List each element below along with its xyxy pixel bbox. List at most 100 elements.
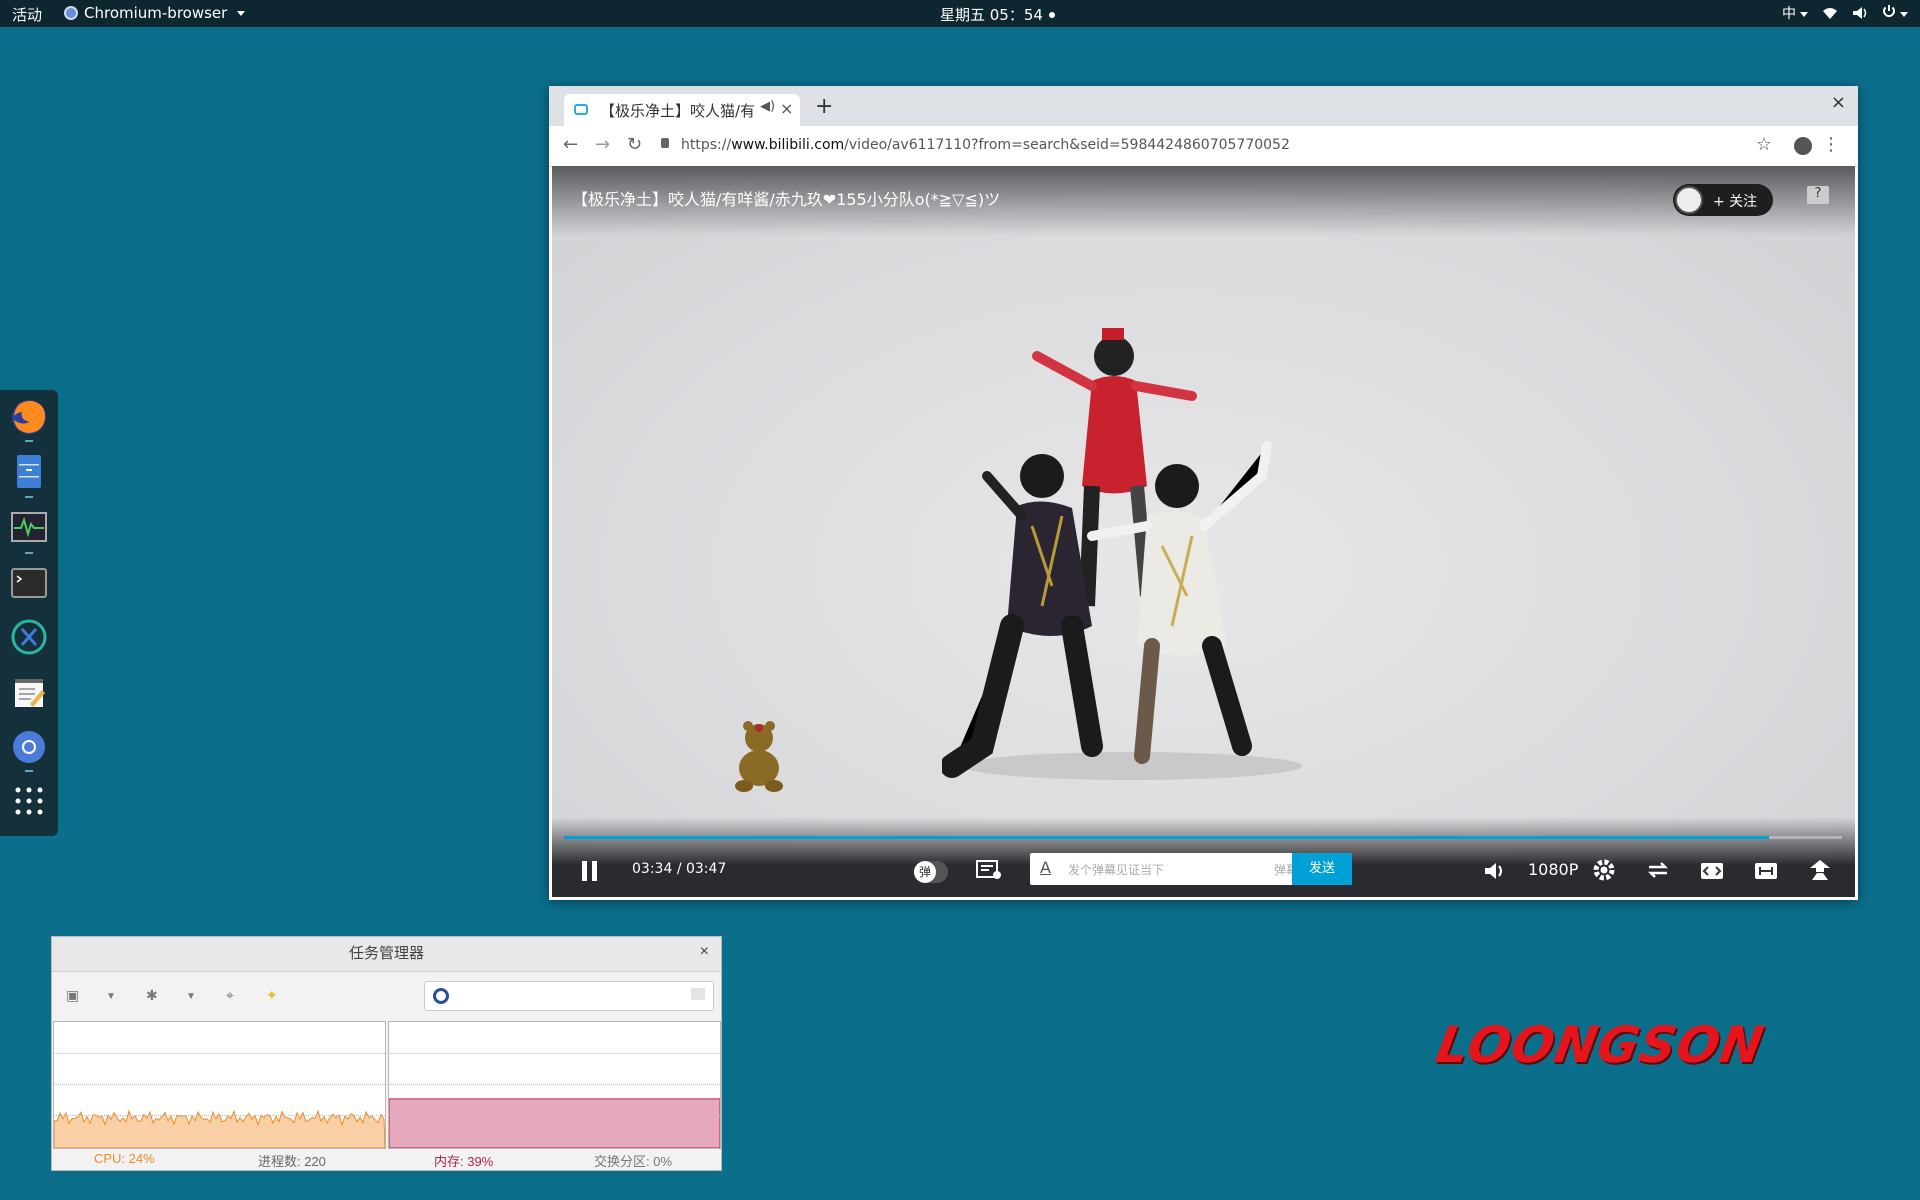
bookmark-star-icon[interactable]: ☆	[1756, 134, 1772, 155]
running-indicator	[25, 440, 33, 442]
clock-label: 星期五 05：54	[940, 6, 1043, 24]
danmaku-toggle-label: 弹	[914, 861, 936, 883]
video-frame-dancers	[942, 328, 1302, 780]
text-editor-icon[interactable]	[10, 674, 48, 712]
power-menu[interactable]	[1882, 4, 1908, 22]
power-icon	[1883, 5, 1895, 17]
memory-usage-area	[389, 1098, 720, 1148]
search-icon	[433, 988, 449, 1004]
settings-gear-icon[interactable]	[1592, 858, 1616, 882]
settings-tools-icon[interactable]: ✱	[146, 987, 158, 1004]
process-search-input[interactable]	[424, 981, 714, 1011]
task-manager-close-icon[interactable]: ×	[700, 943, 709, 961]
cpu-usage-label: CPU: 24%	[94, 1151, 155, 1166]
widescreen-icon[interactable]	[1700, 861, 1724, 881]
menu-kebab-icon[interactable]: ⋮	[1822, 134, 1840, 155]
url-scheme: https://	[681, 137, 732, 153]
forward-button[interactable]: →	[595, 134, 610, 155]
video-player[interactable]: 【极乐净土】咬人猫/有咩酱/赤九玖❤155小分队o(*≧▽≦)ツ + 关注 ?	[552, 166, 1855, 897]
app-menu-label: Chromium-browser	[84, 4, 228, 22]
time-display: 03:34 / 03:47	[632, 861, 726, 877]
url-host: www.bilibili.com	[731, 137, 845, 153]
url-path: /video/av6117110?from=search&seid=598442…	[844, 137, 1290, 153]
running-indicator	[25, 552, 33, 554]
firefox-icon[interactable]	[10, 398, 48, 436]
browser-window: 【极乐净土】咬人猫/有 ◀) × + × ← → ↻ https://www.b…	[549, 86, 1858, 900]
time-total: 03:47	[685, 861, 727, 877]
grid-line	[54, 1053, 385, 1054]
tab-strip: 【极乐净土】咬人猫/有 ◀) × + ×	[549, 86, 1858, 126]
danmaku-input[interactable]: A 发个弹幕见证当下 弹幕礼仪 › 发送	[1030, 853, 1352, 885]
follow-button[interactable]: + 关注	[1673, 184, 1773, 216]
terminal-icon[interactable]	[10, 564, 48, 602]
grid-line	[389, 1053, 720, 1054]
profile-icon[interactable]	[1794, 137, 1812, 155]
time-current: 03:34	[632, 861, 673, 877]
danmaku-toggle[interactable]: 弹	[914, 861, 948, 883]
task-manager-window: 任务管理器 × ▣ ▼ ✱ ▼ ⌖ ✦ CPU: 24% 进程数: 220 内存…	[51, 936, 722, 1171]
danmaku-style-icon[interactable]: A	[1040, 858, 1051, 877]
pause-button[interactable]	[582, 861, 598, 881]
activities-button[interactable]: 活动	[12, 4, 42, 25]
window-close-button[interactable]: ×	[1831, 92, 1846, 113]
cpu-graph	[53, 1021, 386, 1149]
input-method-indicator[interactable]: 中	[1782, 3, 1808, 23]
video-title: 【极乐净土】咬人猫/有咩酱/赤九玖❤155小分队o(*≧▽≦)ツ	[572, 190, 1001, 209]
browser-tab[interactable]: 【极乐净土】咬人猫/有 ◀) ×	[564, 94, 800, 126]
grid-line	[389, 1084, 720, 1085]
browser-toolbar: ← → ↻ https://www.bilibili.com/video/av6…	[549, 126, 1858, 167]
lock-icon	[661, 138, 669, 148]
grid-line	[54, 1115, 385, 1116]
system-monitor-icon[interactable]	[10, 508, 48, 546]
volume-icon	[1853, 7, 1867, 19]
memory-usage-label: 内存: 39%	[434, 1154, 494, 1169]
wifi-icon	[1823, 8, 1837, 19]
audio-playing-icon[interactable]: ◀)	[760, 99, 775, 114]
sparkle-icon[interactable]: ✦	[266, 987, 278, 1004]
chromium-icon[interactable]	[10, 728, 48, 766]
task-manager-toolbar: ▣ ▼ ✱ ▼ ⌖ ✦	[52, 971, 721, 1021]
back-button[interactable]: ←	[563, 134, 578, 155]
grid-line	[389, 1115, 720, 1116]
web-fullscreen-icon[interactable]	[1754, 861, 1778, 881]
chromium-icon	[64, 6, 78, 20]
running-indicator	[25, 496, 33, 498]
new-tab-button[interactable]: +	[815, 94, 833, 119]
reload-button[interactable]: ↻	[627, 134, 642, 155]
volume-icon[interactable]	[1484, 861, 1506, 881]
chevron-down-icon[interactable]: ▼	[186, 991, 196, 1002]
process-view-icon[interactable]: ▣	[66, 987, 79, 1004]
help-icon[interactable]: ?	[1807, 186, 1829, 204]
send-danmaku-button[interactable]: 发送	[1292, 853, 1352, 885]
input-method-label: 中	[1782, 6, 1796, 22]
cpu-usage-plot	[54, 1109, 385, 1148]
teddy-bear-image	[735, 721, 783, 792]
time-separator: /	[676, 861, 682, 877]
chevron-down-icon[interactable]: ▼	[106, 991, 116, 1002]
chevron-down-icon	[237, 10, 246, 16]
grid-line	[54, 1084, 385, 1085]
progress-bar[interactable]	[564, 836, 1842, 839]
tab-close-icon[interactable]: ×	[780, 99, 793, 118]
system-tray[interactable]: 中	[1782, 3, 1908, 23]
top-bar: 活动 Chromium-browser 星期五 05：54 中	[0, 0, 1920, 27]
quality-selector[interactable]: 1080P	[1528, 860, 1578, 879]
task-manager-title: 任务管理器	[52, 937, 721, 972]
address-bar[interactable]: https://www.bilibili.com/video/av6117110…	[661, 134, 1805, 158]
crosshair-icon[interactable]: ⌖	[226, 987, 234, 1004]
app-menu[interactable]: Chromium-browser	[64, 4, 246, 22]
danmaku-settings-icon[interactable]	[976, 859, 1002, 881]
cpu-usage-area	[54, 1109, 385, 1148]
clock[interactable]: 星期五 05：54	[940, 4, 1055, 25]
chevron-down-icon	[1900, 11, 1908, 17]
uploader-avatar	[1675, 186, 1703, 214]
notification-dot-icon	[1048, 11, 1055, 18]
fullscreen-icon[interactable]	[1808, 858, 1832, 882]
danmaku-placeholder: 发个弹幕见证当下	[1068, 863, 1165, 877]
file-manager-icon[interactable]	[10, 452, 48, 490]
clear-search-icon[interactable]	[691, 988, 705, 1000]
app-grid-icon[interactable]	[10, 782, 48, 820]
progress-fill	[564, 836, 1770, 839]
loop-icon[interactable]	[1646, 859, 1670, 881]
remote-icon[interactable]	[10, 618, 48, 656]
